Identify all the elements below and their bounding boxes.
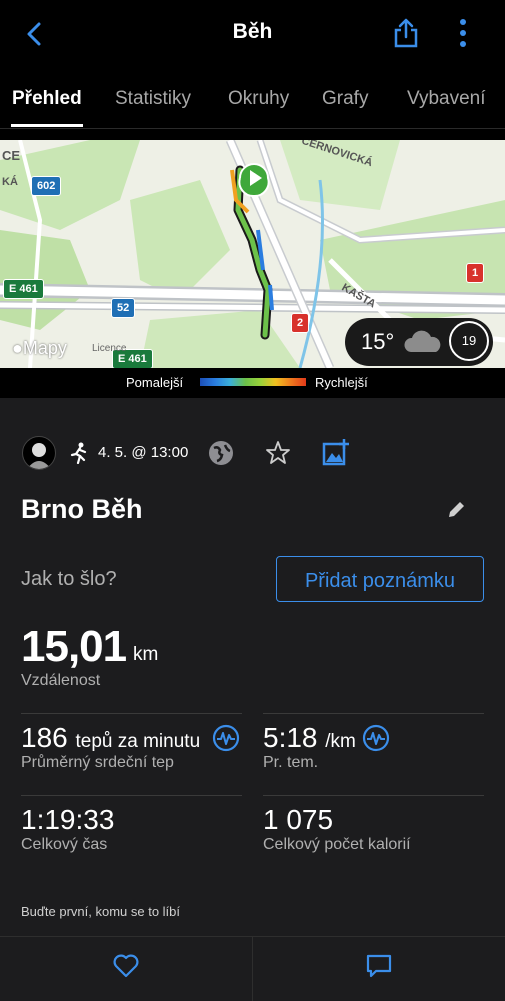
licence-link[interactable]: Licence bbox=[92, 343, 126, 354]
how-it-went-prompt: Jak to šlo? bbox=[21, 568, 117, 590]
pace-label: Pr. tem. bbox=[263, 754, 319, 771]
route-map[interactable]: CE KÁ ČERNOVICKÁ KAŠTA 602 E 461 52 1 2 … bbox=[0, 140, 505, 368]
divider bbox=[21, 713, 242, 714]
add-note-button[interactable]: Přidat poznámku bbox=[276, 556, 484, 602]
weather-badge: 15° 19 bbox=[345, 318, 493, 366]
legend-fast-label: Rychlejší bbox=[315, 375, 368, 390]
heart-rate-chart-icon[interactable] bbox=[212, 724, 240, 752]
distance-label: Vzdálenost bbox=[21, 672, 101, 689]
road-badge: 602 bbox=[31, 176, 62, 196]
running-icon bbox=[70, 442, 87, 464]
tab-vybaveni[interactable]: Vybavení bbox=[407, 88, 486, 110]
pace-chart-icon[interactable] bbox=[362, 724, 390, 752]
share-icon[interactable] bbox=[393, 18, 419, 48]
distance-value: 15,01 bbox=[21, 622, 127, 671]
divider bbox=[263, 795, 484, 796]
divider bbox=[21, 795, 242, 796]
weather-temperature: 15° bbox=[361, 329, 395, 354]
active-tab-indicator bbox=[11, 124, 83, 127]
add-photo-icon[interactable] bbox=[322, 438, 350, 466]
divider bbox=[263, 713, 484, 714]
pencil-icon[interactable] bbox=[446, 500, 466, 520]
bottom-action-bar bbox=[0, 936, 505, 1001]
tab-statistiky[interactable]: Statistiky bbox=[115, 88, 191, 110]
apple-icon: ● bbox=[12, 338, 23, 358]
globe-icon[interactable] bbox=[208, 440, 234, 466]
divider bbox=[252, 937, 253, 1001]
road-badge: 1 bbox=[466, 263, 485, 283]
legend-slow-label: Pomalejší bbox=[126, 375, 184, 390]
wind-speed: 19 bbox=[449, 321, 489, 361]
calories-value: 1 075 bbox=[263, 804, 334, 835]
road-badge: 2 bbox=[291, 313, 310, 333]
like-prompt: Buďte první, komu se to líbí bbox=[21, 904, 181, 919]
more-vertical-icon[interactable] bbox=[458, 18, 468, 48]
activity-datetime: 4. 5. @ 13:00 bbox=[98, 444, 189, 461]
map-label: KÁ bbox=[2, 176, 18, 188]
heart-icon[interactable] bbox=[113, 954, 139, 978]
pace-legend: Pomalejší Rychlejší bbox=[0, 368, 505, 398]
star-icon[interactable] bbox=[265, 440, 291, 466]
activity-title: Brno Běh bbox=[21, 494, 143, 524]
road-badge: 52 bbox=[111, 298, 136, 318]
page-title: Běh bbox=[232, 20, 273, 43]
calories-label: Celkový počet kalorií bbox=[263, 836, 411, 853]
map-provider-logo: ●Mapy bbox=[12, 338, 67, 358]
heart-rate-value: 186 tepů za minutu bbox=[21, 722, 201, 753]
distance-unit: km bbox=[133, 644, 159, 665]
avatar[interactable] bbox=[22, 436, 56, 470]
total-time-value: 1:19:33 bbox=[21, 804, 115, 835]
road-badge: E 461 bbox=[3, 279, 44, 299]
tab-okruhy[interactable]: Okruhy bbox=[228, 88, 289, 110]
tab-grafy[interactable]: Grafy bbox=[322, 88, 368, 110]
map-label: CE bbox=[2, 148, 21, 163]
total-time-label: Celkový čas bbox=[21, 836, 108, 853]
pace-value: 5:18 /km bbox=[263, 722, 356, 753]
heart-rate-label: Průměrný srdeční tep bbox=[21, 754, 174, 771]
cloud-icon bbox=[404, 330, 441, 352]
comment-icon[interactable] bbox=[366, 954, 392, 978]
tab-prehled[interactable]: Přehled bbox=[12, 88, 82, 110]
top-bar: Běh bbox=[0, 0, 505, 66]
pace-gradient-bar bbox=[200, 378, 306, 386]
tab-bar: Přehled Statistiky Okruhy Grafy Vybavení bbox=[0, 66, 505, 129]
